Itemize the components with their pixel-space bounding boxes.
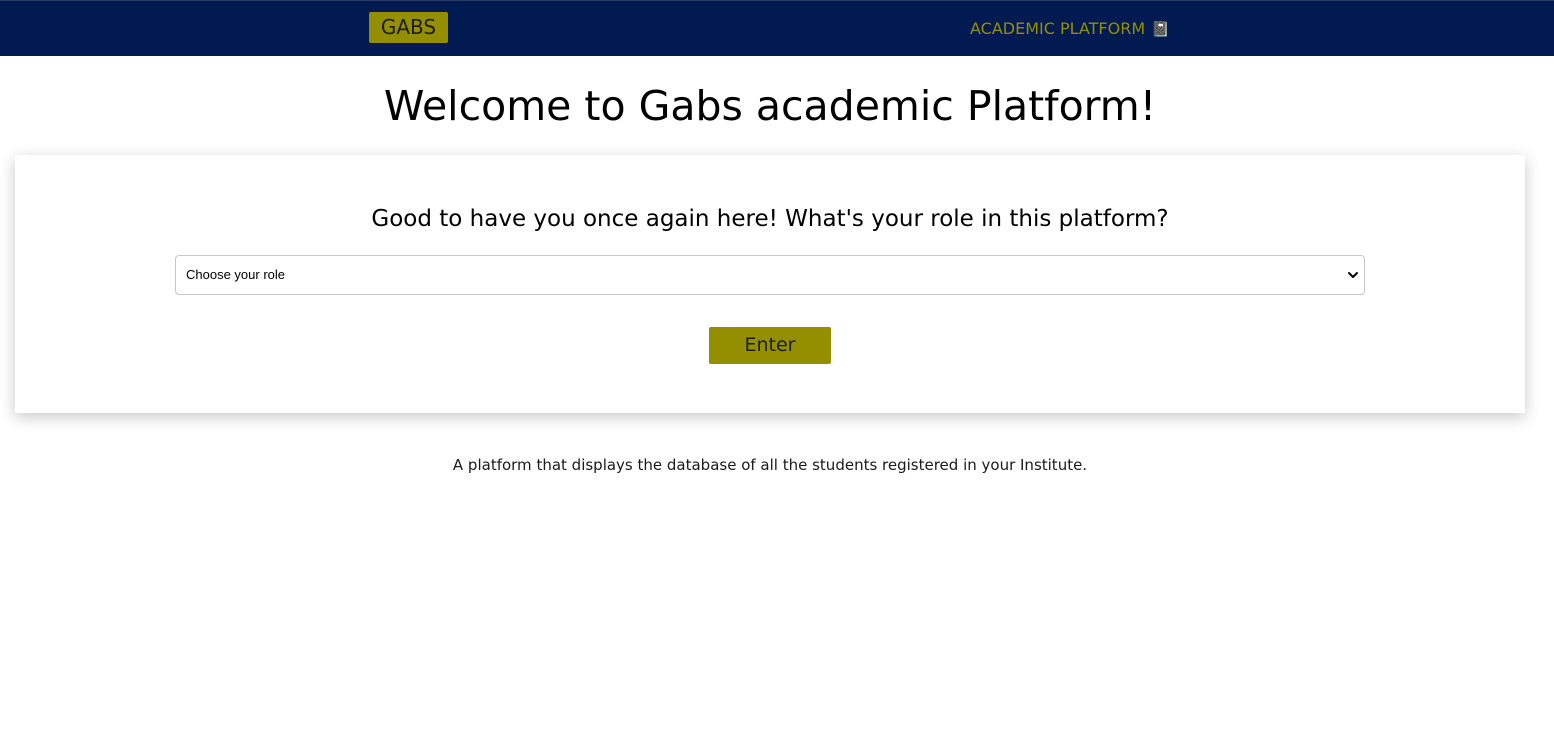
academic-platform-link[interactable]: ACADEMIC PLATFORM 📓 (970, 18, 1170, 40)
role-select[interactable]: Choose your role (175, 255, 1365, 295)
top-navbar: GABS ACADEMIC PLATFORM 📓 (0, 0, 1554, 56)
enter-button[interactable]: Enter (709, 327, 831, 364)
book-icon: 📓 (1151, 20, 1170, 38)
role-question-heading: Good to have you once again here! What's… (371, 206, 1169, 232)
role-selection-card: Good to have you once again here! What's… (15, 155, 1525, 413)
chevron-down-icon (1348, 272, 1358, 278)
page-title: Welcome to Gabs academic Platform! (383, 82, 1157, 130)
academic-platform-link-label: ACADEMIC PLATFORM (970, 19, 1146, 38)
role-select-value: Choose your role (186, 267, 285, 282)
brand-logo-button[interactable]: GABS (369, 12, 448, 43)
platform-description: A platform that displays the database of… (452, 456, 1088, 474)
